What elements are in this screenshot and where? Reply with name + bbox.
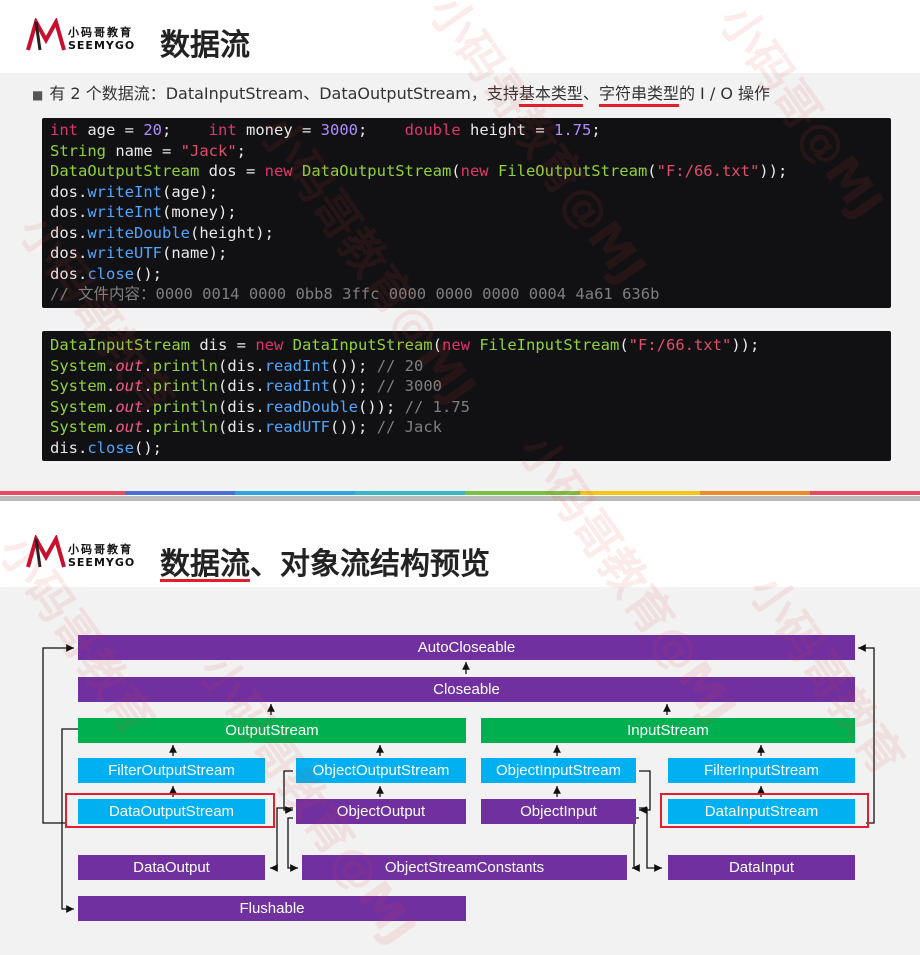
highlight-dataoutputstream (65, 793, 275, 828)
node-objectinputstream: ObjectInputStream (481, 758, 636, 783)
node-objectoutputstream: ObjectOutputStream (296, 758, 466, 783)
node-flushable: Flushable (78, 896, 466, 921)
node-filteroutputstream: FilterOutputStream (78, 758, 265, 783)
node-datainput: DataInput (668, 855, 855, 880)
node-objectoutput: ObjectOutput (296, 799, 466, 824)
node-filterinputstream: FilterInputStream (668, 758, 855, 783)
node-objectstreamconstants: ObjectStreamConstants (302, 855, 627, 880)
node-inputstream: InputStream (481, 718, 855, 743)
node-closeable: Closeable (78, 677, 855, 702)
node-dataoutput: DataOutput (78, 855, 265, 880)
highlight-datainputstream (660, 793, 869, 828)
node-outputstream: OutputStream (78, 718, 466, 743)
node-autocloseable: AutoCloseable (78, 635, 855, 660)
node-objectinput: ObjectInput (481, 799, 636, 824)
